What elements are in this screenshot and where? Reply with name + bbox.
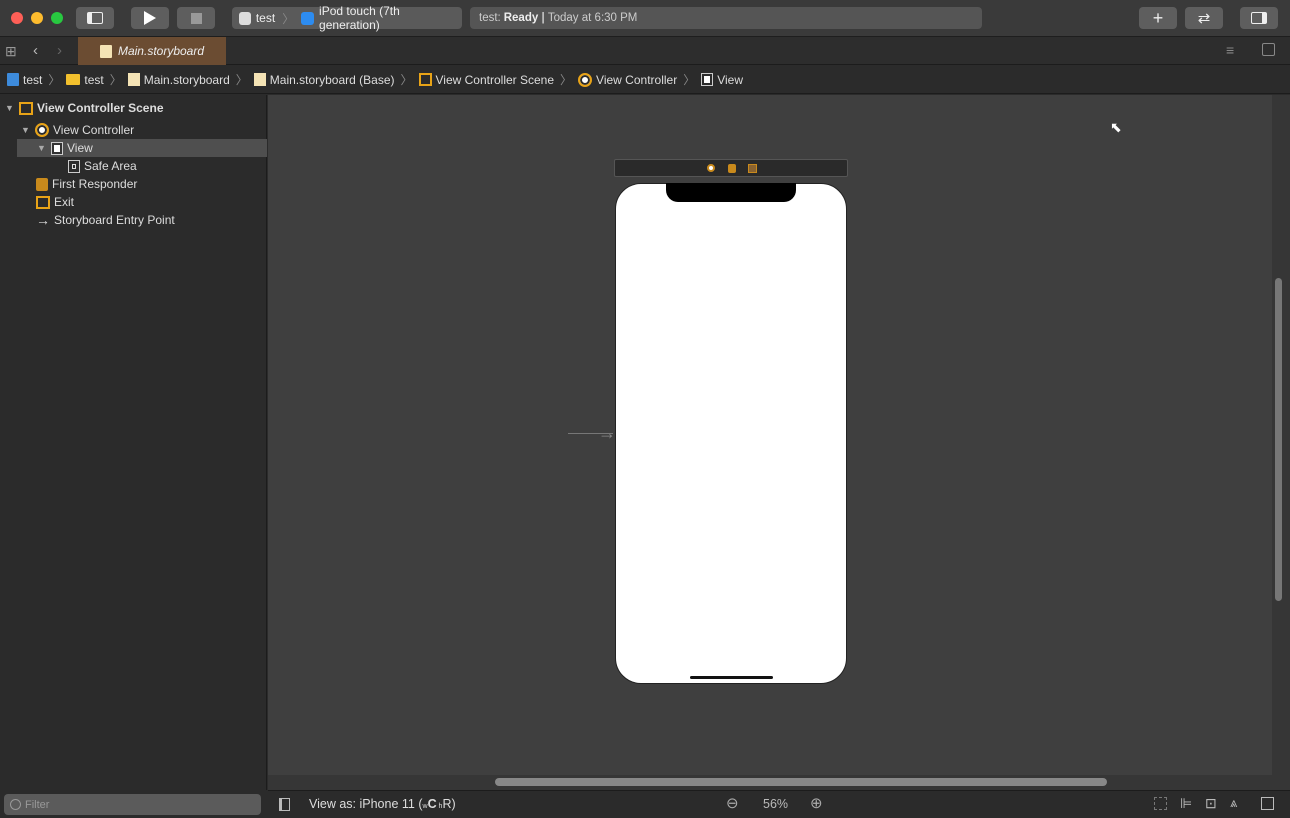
notch [666, 183, 796, 202]
exit-icon[interactable] [748, 164, 757, 173]
activity-status: test: Ready | Today at 6:30 PM [470, 7, 982, 29]
view-controller-icon [35, 123, 49, 137]
filter-input[interactable]: Filter [4, 794, 261, 815]
forward-button[interactable]: › [57, 42, 62, 59]
play-icon [144, 11, 156, 25]
resolve-issues-icon[interactable]: ⩓ [1230, 795, 1237, 811]
exit-icon [36, 195, 50, 209]
stop-icon [190, 12, 202, 24]
tab-label: Main.storyboard [117, 44, 205, 58]
outline-toggle-icon[interactable] [279, 798, 290, 811]
first-responder-icon [36, 177, 48, 191]
add-constraints-icon[interactable]: ⊡ [1205, 795, 1217, 812]
outline-item-safe-area[interactable]: Safe Area [68, 157, 137, 175]
breadcrumb-item[interactable]: View [717, 73, 743, 87]
app-icon [239, 11, 251, 25]
vertical-scrollbar[interactable] [1272, 95, 1290, 790]
filter-icon [10, 799, 21, 810]
mouse-cursor-icon: ⬉ [1110, 119, 1122, 135]
update-frames-icon[interactable] [1154, 797, 1167, 810]
run-button[interactable] [131, 7, 169, 29]
stop-button[interactable] [177, 7, 215, 29]
breadcrumb-item[interactable]: test [23, 73, 42, 87]
folder-icon [66, 74, 81, 85]
breadcrumb: test 〉 test 〉 Main.storyboard 〉 Main.storyb… [0, 66, 1290, 94]
view-icon [701, 73, 714, 86]
first-responder-icon[interactable] [728, 164, 736, 173]
add-editor-icon[interactable] [1262, 43, 1275, 56]
scroll-thumb[interactable] [495, 778, 1107, 786]
tab-main-storyboard[interactable]: Main.storyboard [78, 37, 226, 65]
outline-item-first-responder[interactable]: First Responder [36, 175, 137, 193]
outline-item-view[interactable]: ▼ View [37, 139, 93, 157]
tab-bar: ⊞ ‹ › Main.storyboard ≡ [0, 37, 1290, 65]
zoom-out-icon[interactable]: ⊖ [726, 794, 739, 812]
minimize-button[interactable] [31, 12, 43, 24]
home-indicator [690, 676, 773, 679]
breadcrumb-item[interactable]: View Controller Scene [436, 73, 555, 87]
breadcrumb-item[interactable]: Main.storyboard (Base) [270, 73, 395, 87]
embed-in-icon[interactable] [1261, 797, 1274, 810]
horizontal-scrollbar[interactable] [268, 775, 1272, 790]
zoom-in-icon[interactable]: ⊕ [810, 794, 823, 812]
navigator-toggle-button[interactable] [76, 7, 114, 29]
arrow-right-icon: → [36, 212, 50, 228]
iphone-view[interactable] [615, 183, 847, 684]
toolbar: test 〉 iPod touch (7th generation) test: … [0, 0, 1290, 37]
scheme-selector[interactable]: test 〉 iPod touch (7th generation) [232, 4, 462, 32]
editor-options-icon[interactable]: ≡ [1226, 42, 1234, 58]
filter-placeholder: Filter [25, 798, 50, 811]
arrow-right-icon: → [598, 423, 616, 443]
outline-item-entry-point[interactable]: → Storyboard Entry Point [36, 211, 175, 229]
outline-item-view-controller[interactable]: ▼ View Controller [21, 121, 134, 139]
document-outline: ▼ View Controller Scene ▼ View Controller … [0, 95, 267, 790]
scene-dock [614, 159, 848, 177]
scroll-thumb[interactable] [1275, 278, 1282, 601]
breadcrumb-item[interactable]: Main.storyboard [144, 73, 230, 87]
view-controller-icon[interactable] [707, 164, 715, 172]
scheme-project: test [255, 11, 276, 25]
back-button[interactable]: ‹ [33, 42, 38, 59]
storyboard-file-icon [253, 73, 266, 86]
project-icon [7, 73, 19, 86]
swap-arrows-icon: ⇄ [1197, 10, 1211, 27]
sidebar-right-icon [1251, 12, 1267, 24]
code-review-button[interactable]: ⇄ [1185, 7, 1223, 29]
align-icon[interactable]: ⊫ [1180, 795, 1192, 812]
library-button[interactable]: + [1139, 7, 1177, 29]
storyboard-file-icon [127, 73, 140, 86]
zoom-button[interactable] [51, 12, 63, 24]
storyboard-canvas[interactable]: → ⬉ [268, 95, 1272, 775]
inspector-toggle-button[interactable] [1240, 7, 1278, 29]
sidebar-icon [87, 12, 103, 24]
breadcrumb-item[interactable]: test [84, 73, 103, 87]
view-controller-icon [578, 72, 593, 87]
device-icon [301, 11, 315, 25]
grid-icon[interactable]: ⊞ [5, 43, 17, 60]
scheme-device: iPod touch (7th generation) [319, 4, 400, 32]
outline-item-scene[interactable]: ▼ View Controller Scene [5, 99, 164, 117]
view-as-button[interactable]: View as: iPhone 11 (wC hR) [309, 797, 456, 811]
view-icon [51, 141, 63, 155]
zoom-level: 56% [763, 797, 789, 811]
scene-icon [418, 73, 432, 86]
canvas-bottom-bar: View as: iPhone 11 (wC hR) ⊖ 56% ⊕ ⊫ ⊡ ⩓ [268, 790, 1290, 818]
safe-area-icon [68, 159, 80, 173]
storyboard-file-icon [99, 44, 112, 58]
close-button[interactable] [11, 12, 23, 24]
breadcrumb-item[interactable]: View Controller [596, 73, 677, 87]
scene-icon [19, 101, 33, 115]
plus-icon: + [1152, 7, 1164, 28]
outline-item-exit[interactable]: Exit [36, 193, 74, 211]
